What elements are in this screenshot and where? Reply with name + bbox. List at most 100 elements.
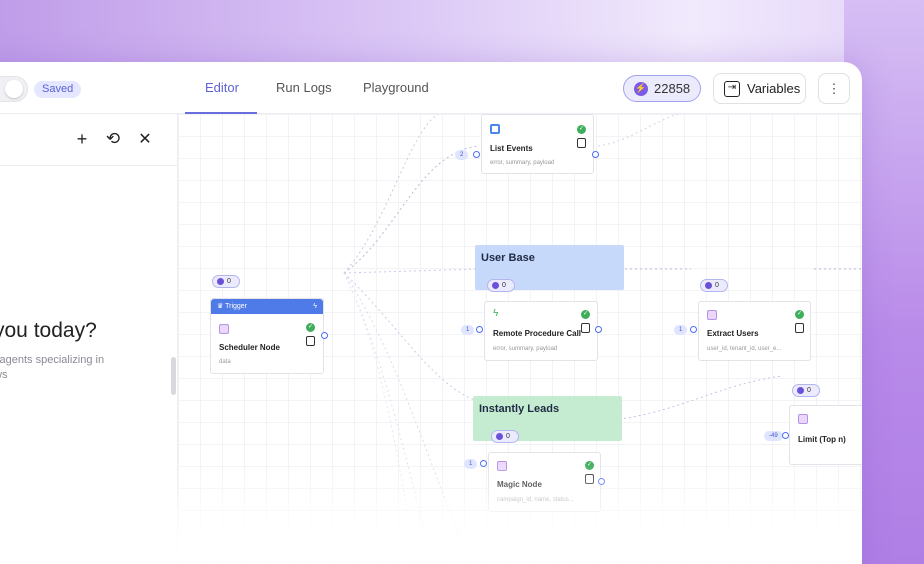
toggle-switch[interactable] (0, 76, 28, 102)
output-port[interactable] (598, 478, 605, 485)
tab-playground[interactable]: Playground (363, 80, 429, 95)
document-icon (581, 323, 590, 333)
lightning-icon: ⚡ (634, 81, 648, 96)
chat-greeting: you today? (0, 319, 97, 342)
check-icon: ✓ (306, 323, 315, 332)
chat-panel-header: + ⟲ ✕ (0, 114, 178, 166)
counter-icon (797, 387, 804, 394)
check-icon: ✓ (581, 310, 590, 319)
input-count-pill: 1 (461, 325, 475, 335)
node-counter-value: 0 (227, 278, 231, 285)
trigger-icon: ♛ (217, 303, 226, 310)
scheduler-icon (219, 324, 229, 334)
chat-subtitle: l agents specializing in ws (0, 353, 174, 383)
input-port[interactable] (782, 432, 789, 439)
node-counter: 0 (487, 279, 515, 292)
more-options-button[interactable]: ⋮ (818, 73, 850, 104)
edge-list-events-out (597, 114, 679, 147)
node-counter-value: 0 (502, 282, 506, 289)
counter-icon (217, 278, 224, 285)
node-counter: 0 (212, 275, 240, 288)
input-port[interactable] (690, 326, 697, 333)
chat-subtitle-line-1: l agents specializing in (0, 354, 105, 366)
counter-icon (705, 282, 712, 289)
edge-trigger-list-events (343, 145, 479, 274)
history-icon[interactable]: ⟲ (103, 129, 123, 149)
plus-icon[interactable]: + (72, 129, 92, 150)
node-title: Extract Users (707, 329, 759, 338)
node-remote-procedure-call[interactable]: ϟ ✓ Remote Procedure Call error, summary… (484, 301, 598, 361)
group-user-base-label: User Base (481, 252, 535, 264)
chat-panel: + ⟲ ✕ you today? l agents specializing i… (0, 114, 178, 564)
node-outputs: campaign_id, name, status... (497, 497, 574, 503)
output-port[interactable] (595, 326, 602, 333)
edge-trigger-extra-3 (343, 272, 434, 564)
variables-button[interactable]: ⇥ Variables (713, 73, 806, 104)
close-icon[interactable]: ✕ (135, 129, 155, 149)
filter-icon (798, 414, 808, 424)
check-icon: ✓ (585, 461, 594, 470)
workflow-canvas[interactable]: User Base Instantly Leads 0 0 0 0 0 ✓ Li… (178, 114, 862, 564)
edge-trigger-extra-2 (343, 272, 472, 564)
check-icon: ✓ (577, 125, 586, 134)
node-title: Scheduler Node (219, 343, 280, 352)
table-icon (497, 461, 507, 471)
saved-badge: Saved (34, 81, 82, 98)
calendar-icon (490, 124, 500, 134)
node-extract-users[interactable]: ✓ Extract Users user_id, tenant_id, user… (698, 301, 811, 361)
input-count-pill: -49 (764, 431, 783, 441)
input-port[interactable] (476, 326, 483, 333)
group-instantly-leads-label: Instantly Leads (479, 403, 560, 415)
node-counter-value: 0 (715, 282, 719, 289)
lightning-icon: ϟ (493, 308, 499, 319)
variables-icon: ⇥ (724, 80, 740, 97)
tab-editor[interactable]: Editor (205, 80, 239, 95)
node-counter: 0 (491, 430, 519, 443)
node-counter: 0 (700, 279, 728, 292)
chat-subtitle-line-2: ws (0, 369, 8, 381)
document-icon (795, 323, 804, 333)
node-outputs: data (219, 359, 231, 365)
node-scheduler[interactable]: ♛ Trigger ϟ ✓ Scheduler Node data (210, 298, 324, 374)
node-counter-value: 0 (506, 433, 510, 440)
edge-trigger-extra-4 (343, 272, 416, 564)
variables-label: Variables (747, 81, 801, 96)
chat-scrollbar[interactable] (171, 357, 176, 395)
document-icon (306, 336, 315, 346)
credits-badge[interactable]: ⚡ 22858 (623, 75, 701, 102)
input-count-pill: 2 (455, 150, 469, 160)
top-bar: Saved Editor Run Logs Playground ⚡ 22858… (0, 62, 862, 114)
toggle-knob (5, 80, 23, 98)
tab-run-logs[interactable]: Run Logs (276, 80, 332, 95)
output-port[interactable] (592, 151, 599, 158)
lightning-icon: ϟ (313, 303, 317, 310)
edge-magic-limit (603, 375, 784, 422)
node-title: Limit (Top n) (798, 435, 846, 444)
node-list-events[interactable]: ✓ List Events error, summary, payload (481, 114, 594, 174)
table-icon (707, 310, 717, 320)
edge-trigger-rpc (343, 268, 481, 274)
check-icon: ✓ (795, 310, 804, 319)
input-port[interactable] (480, 460, 487, 467)
node-magic[interactable]: ✓ Magic Node campaign_id, name, status..… (488, 452, 601, 512)
output-port[interactable] (321, 332, 328, 339)
node-outputs: user_id, tenant_id, user_e... (707, 346, 782, 352)
trigger-label: Trigger (225, 303, 248, 310)
edge-trigger-extra-1 (343, 114, 439, 274)
input-count-pill: 1 (674, 325, 688, 335)
node-limit[interactable]: Limit (Top n) (789, 405, 862, 465)
document-icon (585, 474, 594, 484)
node-counter-value: 0 (807, 387, 811, 394)
trigger-header: ♛ Trigger ϟ (211, 299, 323, 314)
node-title: List Events (490, 144, 533, 153)
input-port[interactable] (473, 151, 480, 158)
app-window: Saved Editor Run Logs Playground ⚡ 22858… (0, 62, 862, 564)
counter-icon (492, 282, 499, 289)
credits-value: 22858 (654, 81, 691, 96)
node-outputs: error, summary, payload (493, 346, 558, 352)
node-title: Magic Node (497, 480, 542, 489)
node-outputs: error, summary, payload (490, 160, 555, 166)
edge-trigger-magic (343, 272, 486, 404)
counter-icon (496, 433, 503, 440)
node-title: Remote Procedure Call (493, 329, 582, 338)
